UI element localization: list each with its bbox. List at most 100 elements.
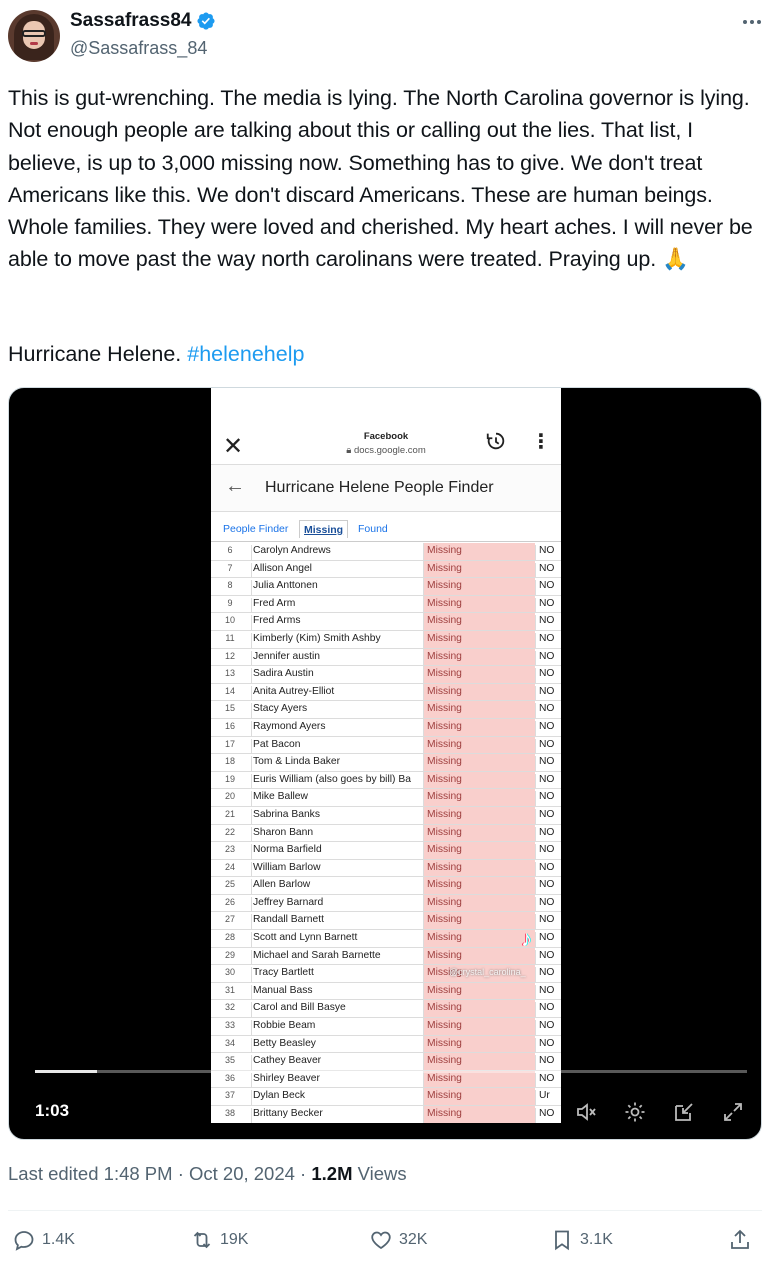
row-number: 18 (224, 756, 235, 767)
status-cell: Missing (423, 754, 535, 771)
video-frame: ✕ Facebook 🔒︎ docs.google.com ⋮ ← Hurric… (211, 388, 561, 1123)
person-name: Robbie Beam (251, 1020, 423, 1035)
history-icon (486, 432, 505, 450)
pip-icon[interactable] (670, 1098, 698, 1126)
table-row: 18 Tom & Linda Baker Missing NO (211, 754, 561, 772)
display-name[interactable]: Sassafrass84 (70, 10, 192, 32)
hashtag-link[interactable]: #helenehelp (187, 342, 304, 366)
extra-cell: NO (535, 1108, 561, 1123)
person-name: Tom & Linda Baker (251, 756, 423, 771)
row-number: 38 (224, 1108, 235, 1118)
settings-gear-icon[interactable] (621, 1098, 649, 1126)
extra-cell: NO (535, 844, 561, 859)
site-url-text: docs.google.com (353, 445, 426, 456)
table-row: 12 Jennifer austin Missing NO (211, 648, 561, 667)
reply-icon (14, 1231, 34, 1251)
table-row: 11 Kimberly (Kim) Smith Ashby Missing NO (211, 630, 561, 649)
more-options-icon[interactable] (740, 10, 764, 34)
table-row: 22 Sharon Bann Missing NO (211, 824, 561, 843)
row-number: 15 (224, 703, 235, 714)
extra-cell: NO (535, 632, 561, 648)
reply-button[interactable]: 1.4K (12, 1228, 75, 1252)
extra-cell: NO (535, 861, 561, 877)
tweet-header: Sassafrass84 @Sassafrass_84 (8, 8, 770, 64)
extra-cell: NO (535, 984, 561, 1000)
extra-cell: NO (535, 879, 561, 894)
person-name: Fred Arm (251, 597, 423, 613)
person-name: Jeffrey Barnard (251, 896, 423, 912)
status-cell: Missing (423, 1035, 535, 1053)
row-number: 12 (224, 650, 235, 661)
share-button[interactable] (728, 1228, 752, 1252)
bookmark-count: 3.1K (580, 1231, 613, 1248)
table-row: 32 Carol and Bill Basye Missing NO (211, 1000, 561, 1019)
close-icon: ✕ (223, 433, 244, 460)
user-handle[interactable]: @Sassafrass_84 (70, 38, 207, 59)
row-number: 22 (224, 826, 235, 837)
avatar[interactable] (8, 10, 60, 62)
sheet-title: Hurricane Helene People Finder (265, 479, 494, 496)
status-cell: Missing (423, 613, 535, 630)
status-cell: Missing (423, 1106, 535, 1123)
status-cell: Missing (423, 947, 535, 965)
tiktok-username: @crystal_carolina_ (449, 967, 526, 977)
row-number: 28 (224, 932, 235, 943)
row-number: 23 (224, 844, 235, 855)
status-cell: Missing (423, 1000, 535, 1018)
status-cell: Missing (423, 1018, 535, 1035)
status-cell: Missing (423, 560, 535, 578)
row-number: 36 (224, 1072, 235, 1083)
edited-timestamp[interactable]: Last edited 1:48 PM · Oct 20, 2024 · (8, 1163, 311, 1184)
bookmark-button[interactable]: 3.1K (550, 1228, 613, 1252)
repost-icon (193, 1231, 211, 1249)
like-button[interactable]: 32K (369, 1228, 427, 1252)
table-row: 19 Euris William (also goes by bill) Ba Mi… (211, 771, 561, 790)
table-row: 25 Allen Barlow Missing NO (211, 877, 561, 895)
fullscreen-icon[interactable] (719, 1098, 747, 1126)
extra-cell: NO (535, 668, 561, 683)
row-number: 33 (224, 1020, 235, 1031)
person-name: Raymond Ayers (251, 720, 423, 736)
tweet-meta: Last edited 1:48 PM · Oct 20, 2024 · 1.2… (8, 1163, 407, 1185)
status-cell: Missing (423, 930, 535, 947)
video-player[interactable]: ✕ Facebook 🔒︎ docs.google.com ⋮ ← Hurric… (8, 387, 762, 1140)
divider (8, 1210, 762, 1211)
mute-icon[interactable] (572, 1098, 600, 1126)
person-name: Julia Anttonen (251, 580, 423, 595)
status-cell: Missing (423, 982, 535, 1000)
person-name: Carol and Bill Basye (251, 1002, 423, 1018)
row-number: 16 (224, 720, 235, 731)
row-number: 34 (224, 1037, 235, 1048)
bookmark-icon (555, 1230, 569, 1251)
status-cell: Missing (423, 842, 535, 859)
table-row: 37 Dylan Beck Missing Ur (211, 1088, 561, 1106)
row-number: 26 (224, 896, 235, 907)
table-row: 17 Pat Bacon Missing NO (211, 736, 561, 755)
extra-cell: NO (535, 773, 561, 789)
table-row: 26 Jeffrey Barnard Missing NO (211, 894, 561, 913)
person-name: Manual Bass (251, 984, 423, 1000)
extra-cell: NO (535, 914, 561, 930)
tag-prefix: Hurricane Helene. (8, 342, 182, 366)
repost-button[interactable]: 19K (190, 1228, 248, 1252)
person-name: Allison Angel (251, 562, 423, 578)
row-number: 27 (224, 914, 235, 925)
video-progress-bar[interactable] (35, 1070, 747, 1073)
person-name: William Barlow (251, 861, 423, 877)
person-name: Kimberly (Kim) Smith Ashby (251, 632, 423, 648)
table-row: 34 Betty Beasley Missing NO (211, 1035, 561, 1054)
row-number: 32 (224, 1002, 235, 1013)
table-row: 9 Fred Arm Missing NO (211, 595, 561, 614)
status-cell: Missing (423, 771, 535, 789)
table-row: 20 Mike Ballew Missing NO (211, 789, 561, 807)
person-name: Sharon Bann (251, 826, 423, 842)
table-row: 33 Robbie Beam Missing NO (211, 1018, 561, 1036)
status-cell: Missing (423, 859, 535, 877)
table-row: 27 Randall Barnett Missing NO (211, 912, 561, 931)
lock-icon: 🔒︎ (346, 445, 352, 456)
row-number: 6 (227, 545, 233, 555)
extra-cell: NO (535, 1055, 561, 1070)
person-name: Euris William (also goes by bill) Ba (251, 773, 423, 789)
person-name: Pat Bacon (251, 738, 423, 754)
extra-cell: Ur (535, 1090, 561, 1106)
